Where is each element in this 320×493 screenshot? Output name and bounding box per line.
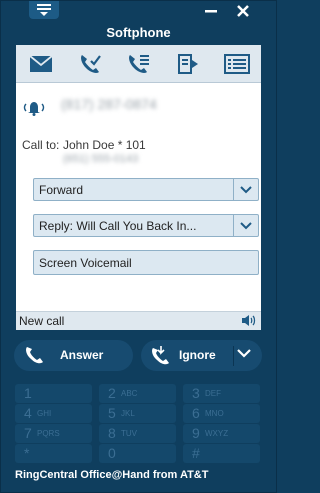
reply-dropdown-arrow[interactable] [233, 215, 258, 236]
close-button[interactable] [229, 1, 257, 21]
forward-dropdown[interactable]: Forward [33, 178, 259, 201]
ignore-phone-icon [152, 346, 169, 365]
key-1[interactable]: 1 [15, 384, 92, 403]
call-to-number: (651) 555-0143 [63, 153, 139, 165]
answer-label: Answer [60, 348, 104, 362]
status-text: New call [19, 314, 65, 328]
status-bar: New call [16, 311, 261, 330]
window-title: Softphone [106, 25, 171, 40]
call-log-button[interactable] [73, 49, 107, 79]
contacts-list-icon [223, 53, 250, 74]
forward-dropdown-arrow[interactable] [233, 179, 258, 200]
ignore-button[interactable]: Ignore [141, 340, 262, 371]
menu-button[interactable] [29, 1, 59, 19]
close-icon [237, 5, 249, 17]
key-6[interactable]: 6 MNO [183, 404, 260, 423]
minimize-icon [205, 10, 217, 13]
key-4[interactable]: 4 GHI [15, 404, 92, 423]
voicemail-list-button[interactable] [122, 49, 156, 79]
speaker-icon[interactable] [241, 314, 257, 332]
minimize-button[interactable] [197, 1, 225, 21]
call-log-icon [80, 54, 101, 73]
messages-button[interactable] [24, 49, 58, 79]
call-to-name: John Doe * 101 [63, 138, 146, 152]
incoming-call-panel: (817) 287-0874 Call to: John Doe * 101 (… [16, 83, 261, 330]
menu-icon [37, 4, 51, 16]
footer-brand-text: RingCentral Office@Hand from AT&T [15, 469, 209, 481]
key-star[interactable]: * [15, 444, 92, 463]
voicemail-list-icon [128, 54, 149, 73]
key-hash[interactable]: # [183, 444, 260, 463]
reply-dropdown[interactable]: Reply: Will Call You Back In... [33, 214, 259, 237]
navigation-toolbar [16, 45, 261, 83]
ringing-bell-icon [22, 100, 46, 121]
call-to-label: Call to: [22, 138, 60, 152]
window-top-bar [1, 1, 276, 23]
key-2[interactable]: 2 ABC [99, 384, 176, 403]
fax-button[interactable] [171, 49, 205, 79]
answer-button[interactable]: Answer [14, 340, 133, 371]
chevron-down-icon [240, 221, 252, 229]
key-3[interactable]: 3 DEF [183, 384, 260, 403]
screen-voicemail-button[interactable]: Screen Voicemail [33, 250, 259, 275]
key-7[interactable]: 7 PQRS [15, 424, 92, 443]
reply-label: Reply: Will Call You Back In... [39, 219, 197, 233]
chevron-down-icon[interactable] [237, 349, 251, 358]
key-0[interactable]: 0 [99, 444, 176, 463]
key-5[interactable]: 5 JKL [99, 404, 176, 423]
key-9[interactable]: 9 WXYZ [183, 424, 260, 443]
envelope-icon [28, 54, 53, 72]
fax-icon [177, 53, 198, 74]
softphone-window: Softphone (817) 287-0874 Call to: John D… [0, 0, 277, 493]
ignore-label: Ignore [179, 348, 216, 362]
chevron-down-icon [240, 185, 252, 193]
ignore-divider [233, 346, 234, 366]
screen-voicemail-label: Screen Voicemail [39, 256, 132, 270]
key-8[interactable]: 8 TUV [99, 424, 176, 443]
forward-label: Forward [39, 183, 84, 197]
caller-number: (817) 287-0874 [61, 96, 157, 112]
contacts-list-button[interactable] [220, 49, 254, 79]
phone-icon [26, 347, 43, 364]
